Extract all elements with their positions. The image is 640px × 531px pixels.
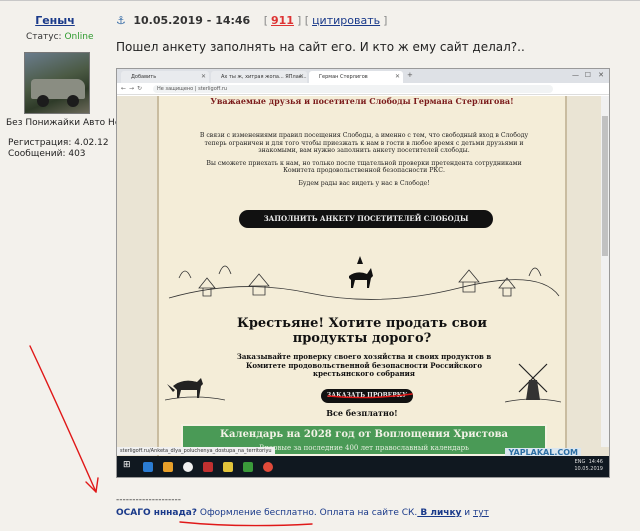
- ie-icon[interactable]: [143, 462, 153, 472]
- signature-and: и: [461, 508, 474, 518]
- browser-tab[interactable]: Добавить ✕: [121, 71, 209, 83]
- promo-title-line: продукты дорого?: [292, 331, 432, 346]
- arrow-head-annotation: [85, 477, 99, 493]
- avatar-wheel: [67, 95, 79, 107]
- signature-here-link[interactable]: тут: [473, 508, 489, 518]
- promo-text: Заказывайте проверку своего хозяйства и …: [236, 352, 492, 378]
- church-icon: [458, 269, 480, 293]
- clock[interactable]: ENG 14:46 10.05.2019: [574, 459, 603, 473]
- post-text: Пошел анкету заполнять на сайт его. И кт…: [116, 40, 525, 54]
- intro-paragraph: В связи с изменениями правил посещения С…: [199, 132, 529, 155]
- user-meta: Регистрация: 4.02.12 Сообщений: 403: [8, 138, 109, 160]
- rider-icon: [357, 256, 363, 264]
- banner-title: Календарь на 2028 год от Воплощения Хрис…: [219, 429, 509, 440]
- close-icon[interactable]: ✕: [201, 73, 206, 80]
- hut-icon: [198, 277, 216, 297]
- notes-icon[interactable]: [223, 462, 233, 472]
- scrollbar-thumb[interactable]: [602, 116, 608, 256]
- close-window-icon[interactable]: ✕: [598, 71, 604, 79]
- village-illustration: [168, 256, 560, 300]
- status-url: sterligoff.ru/Anketa_dlya_poluchenya_dos…: [117, 447, 275, 455]
- post-image[interactable]: Добавить ✕ Ах ты ж, хитрая жопа... ЯПлак.…: [116, 68, 610, 478]
- karma-count[interactable]: 911: [271, 14, 294, 27]
- nav-icons[interactable]: ←→↻: [121, 85, 145, 92]
- app-icon[interactable]: [243, 462, 253, 472]
- bracket: ] [: [296, 14, 310, 27]
- hut-icon: [248, 273, 270, 296]
- quote-button[interactable]: цитировать: [312, 14, 380, 27]
- tab-label: Ах ты ж, хитрая жопа... ЯПлак...: [221, 74, 307, 80]
- free-text: Все безплатно!: [326, 408, 398, 418]
- signature-text: Оформление бесплатно. Оплата на сайте СК…: [197, 508, 418, 518]
- address-bar[interactable]: Не защищено | sterligoff.ru: [153, 85, 553, 93]
- keyboard-lang[interactable]: ENG: [575, 459, 586, 465]
- opera-icon[interactable]: [203, 462, 213, 472]
- minimize-icon[interactable]: —: [572, 71, 579, 79]
- hill-line: [168, 279, 560, 300]
- arrow-annotation: [29, 345, 97, 493]
- signature: ОСАГО нннада? Оформление бесплатно. Опла…: [116, 508, 489, 518]
- intro-paragraph: Будем рады вас видеть у нас в Слободе!: [298, 179, 430, 187]
- user-title: Без Понижайки Авто Нет: [6, 118, 126, 128]
- underline-annotation: [179, 521, 313, 527]
- signature-pm-link[interactable]: В личку: [417, 508, 461, 518]
- status-online: Online: [64, 32, 94, 42]
- user-panel: Геныч: [0, 6, 110, 27]
- browser-tabbar: Добавить ✕ Ах ты ж, хитрая жопа... ЯПлак.…: [117, 69, 609, 83]
- avatar-wheel: [37, 95, 49, 107]
- intro-paragraph: Вы сможете приехать к нам, но только пос…: [206, 159, 522, 175]
- browser-tab[interactable]: Ах ты ж, хитрая жопа... ЯПлак... ✕: [211, 71, 307, 83]
- user-messages: Сообщений: 403: [8, 149, 86, 159]
- bracket: ]: [383, 14, 388, 27]
- maximize-icon[interactable]: ☐: [585, 71, 591, 79]
- user-status: Статус: Online: [26, 32, 94, 42]
- anchor-icon[interactable]: ⚓: [116, 14, 126, 27]
- windmill-illustration: [505, 363, 561, 403]
- windows-start-icon[interactable]: ⊞: [123, 460, 131, 470]
- tab-label: Герман Стерлигов: [319, 74, 368, 80]
- clock-time: 14:46: [588, 459, 603, 465]
- chrome-icon[interactable]: [263, 462, 273, 472]
- avatar[interactable]: [24, 52, 90, 114]
- scrollbar[interactable]: [601, 96, 609, 447]
- horse-rider-icon: [349, 268, 373, 288]
- promo-title: Крестьяне! Хотите продать свои продукты …: [159, 316, 565, 346]
- windows-taskbar: ⊞ ENG 14:46 10.05.2019: [117, 456, 609, 477]
- tab-label: Добавить: [131, 74, 157, 80]
- signature-divider: --------------------: [116, 495, 181, 505]
- top-divider: [0, 0, 640, 1]
- folder-icon[interactable]: [163, 462, 173, 472]
- order-check-button[interactable]: ЗАКАЗАТЬ ПРОВЕРКУ: [321, 389, 413, 403]
- close-icon[interactable]: ✕: [299, 73, 304, 80]
- parchment-panel: Уважаемые друзья и посетители Слободы Ге…: [157, 96, 567, 456]
- signature-osago: ОСАГО нннада?: [116, 508, 198, 518]
- yandex-icon[interactable]: [183, 462, 193, 472]
- post-date: 10.05.2019 - 14:46: [133, 14, 251, 27]
- intro-text: В связи с изменениями правил посещения С…: [199, 132, 529, 193]
- post-header: ⚓ 10.05.2019 - 14:46 [911] [цитировать]: [116, 14, 390, 27]
- fill-form-button[interactable]: ЗАПОЛНИТЬ АНКЕТУ ПОСЕТИТЕЛЕЙ СЛОБОДЫ: [239, 210, 493, 228]
- user-registration: Регистрация: 4.02.12: [8, 138, 109, 148]
- close-icon[interactable]: ✕: [395, 73, 400, 80]
- plough-illustration: [165, 378, 225, 401]
- site-title: Уважаемые друзья и посетители Слободы Ге…: [210, 96, 514, 106]
- new-tab-icon[interactable]: +: [407, 71, 413, 79]
- clock-date: 10.05.2019: [574, 466, 603, 472]
- webpage: Уважаемые друзья и посетители Слободы Ге…: [117, 96, 609, 456]
- browser-tab-active[interactable]: Герман Стерлигов ✕: [309, 71, 403, 83]
- browser-toolbar: ←→↻ Не защищено | sterligoff.ru: [117, 83, 609, 95]
- status-label: Статус:: [26, 32, 62, 42]
- promo-title-line: Крестьяне! Хотите продать свои: [237, 316, 487, 331]
- bracket: [: [256, 14, 268, 27]
- username-link[interactable]: Геныч: [0, 14, 110, 27]
